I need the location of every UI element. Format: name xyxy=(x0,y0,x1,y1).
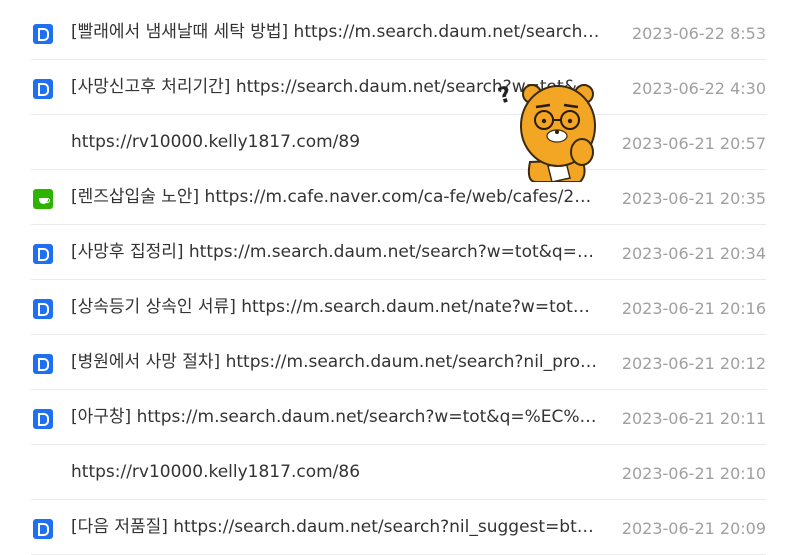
daum-icon xyxy=(33,409,53,429)
history-link[interactable]: [빨래에서 냄새날때 세탁 방법] https://m.search.daum.… xyxy=(71,20,601,44)
visit-date: 2023-06-21 20:35 xyxy=(621,189,766,208)
history-link[interactable]: https://rv10000.kelly1817.com/86 xyxy=(71,460,601,484)
visit-date: 2023-06-21 20:34 xyxy=(621,244,766,263)
ryan-thinking-sticker-icon: ? xyxy=(496,82,596,182)
list-item[interactable]: [사망신고후 처리기간] https://search.daum.net/sea… xyxy=(31,60,766,115)
visit-date: 2023-06-21 20:57 xyxy=(621,134,766,153)
daum-icon xyxy=(33,354,53,374)
naver-cafe-icon xyxy=(33,189,53,209)
list-item[interactable]: [사망후 집정리] https://m.search.daum.net/sear… xyxy=(31,225,766,280)
history-link[interactable]: [사망후 집정리] https://m.search.daum.net/sear… xyxy=(71,240,601,264)
visit-date: 2023-06-21 20:12 xyxy=(621,354,766,373)
list-item[interactable]: https://rv10000.kelly1817.com/89 2023-06… xyxy=(31,115,766,170)
list-item[interactable]: [빨래에서 냄새날때 세탁 방법] https://m.search.daum.… xyxy=(31,5,766,60)
daum-icon xyxy=(33,519,53,539)
list-item[interactable]: [병원에서 사망 절차] https://m.search.daum.net/s… xyxy=(31,335,766,390)
list-item[interactable]: [렌즈삽입술 노안] https://m.cafe.naver.com/ca-f… xyxy=(31,170,766,225)
history-link[interactable]: [아구창] https://m.search.daum.net/search?w… xyxy=(71,405,601,429)
daum-icon xyxy=(33,244,53,264)
list-item[interactable]: [아구창] https://m.search.daum.net/search?w… xyxy=(31,390,766,445)
visit-date: 2023-06-22 8:53 xyxy=(632,24,766,43)
history-link[interactable]: [다음 저품질] https://search.daum.net/search?… xyxy=(71,515,601,539)
history-link[interactable]: [병원에서 사망 절차] https://m.search.daum.net/s… xyxy=(71,350,601,374)
visit-date: 2023-06-21 20:10 xyxy=(621,464,766,483)
visit-date: 2023-06-21 20:11 xyxy=(621,409,766,428)
history-link[interactable]: [렌즈삽입술 노안] https://m.cafe.naver.com/ca-f… xyxy=(71,185,601,209)
daum-icon xyxy=(33,299,53,319)
visit-date: 2023-06-21 20:16 xyxy=(621,299,766,318)
list-item[interactable]: https://rv10000.kelly1817.com/86 2023-06… xyxy=(31,445,766,500)
visit-date: 2023-06-21 20:09 xyxy=(621,519,766,538)
daum-icon xyxy=(33,79,53,99)
history-link[interactable]: [상속등기 상속인 서류] https://m.search.daum.net/… xyxy=(71,295,601,319)
list-item[interactable]: [다음 저품질] https://search.daum.net/search?… xyxy=(31,500,766,555)
daum-icon xyxy=(33,24,53,44)
visit-date: 2023-06-22 4:30 xyxy=(632,79,766,98)
svg-text:?: ? xyxy=(496,82,514,109)
list-item[interactable]: [상속등기 상속인 서류] https://m.search.daum.net/… xyxy=(31,280,766,335)
